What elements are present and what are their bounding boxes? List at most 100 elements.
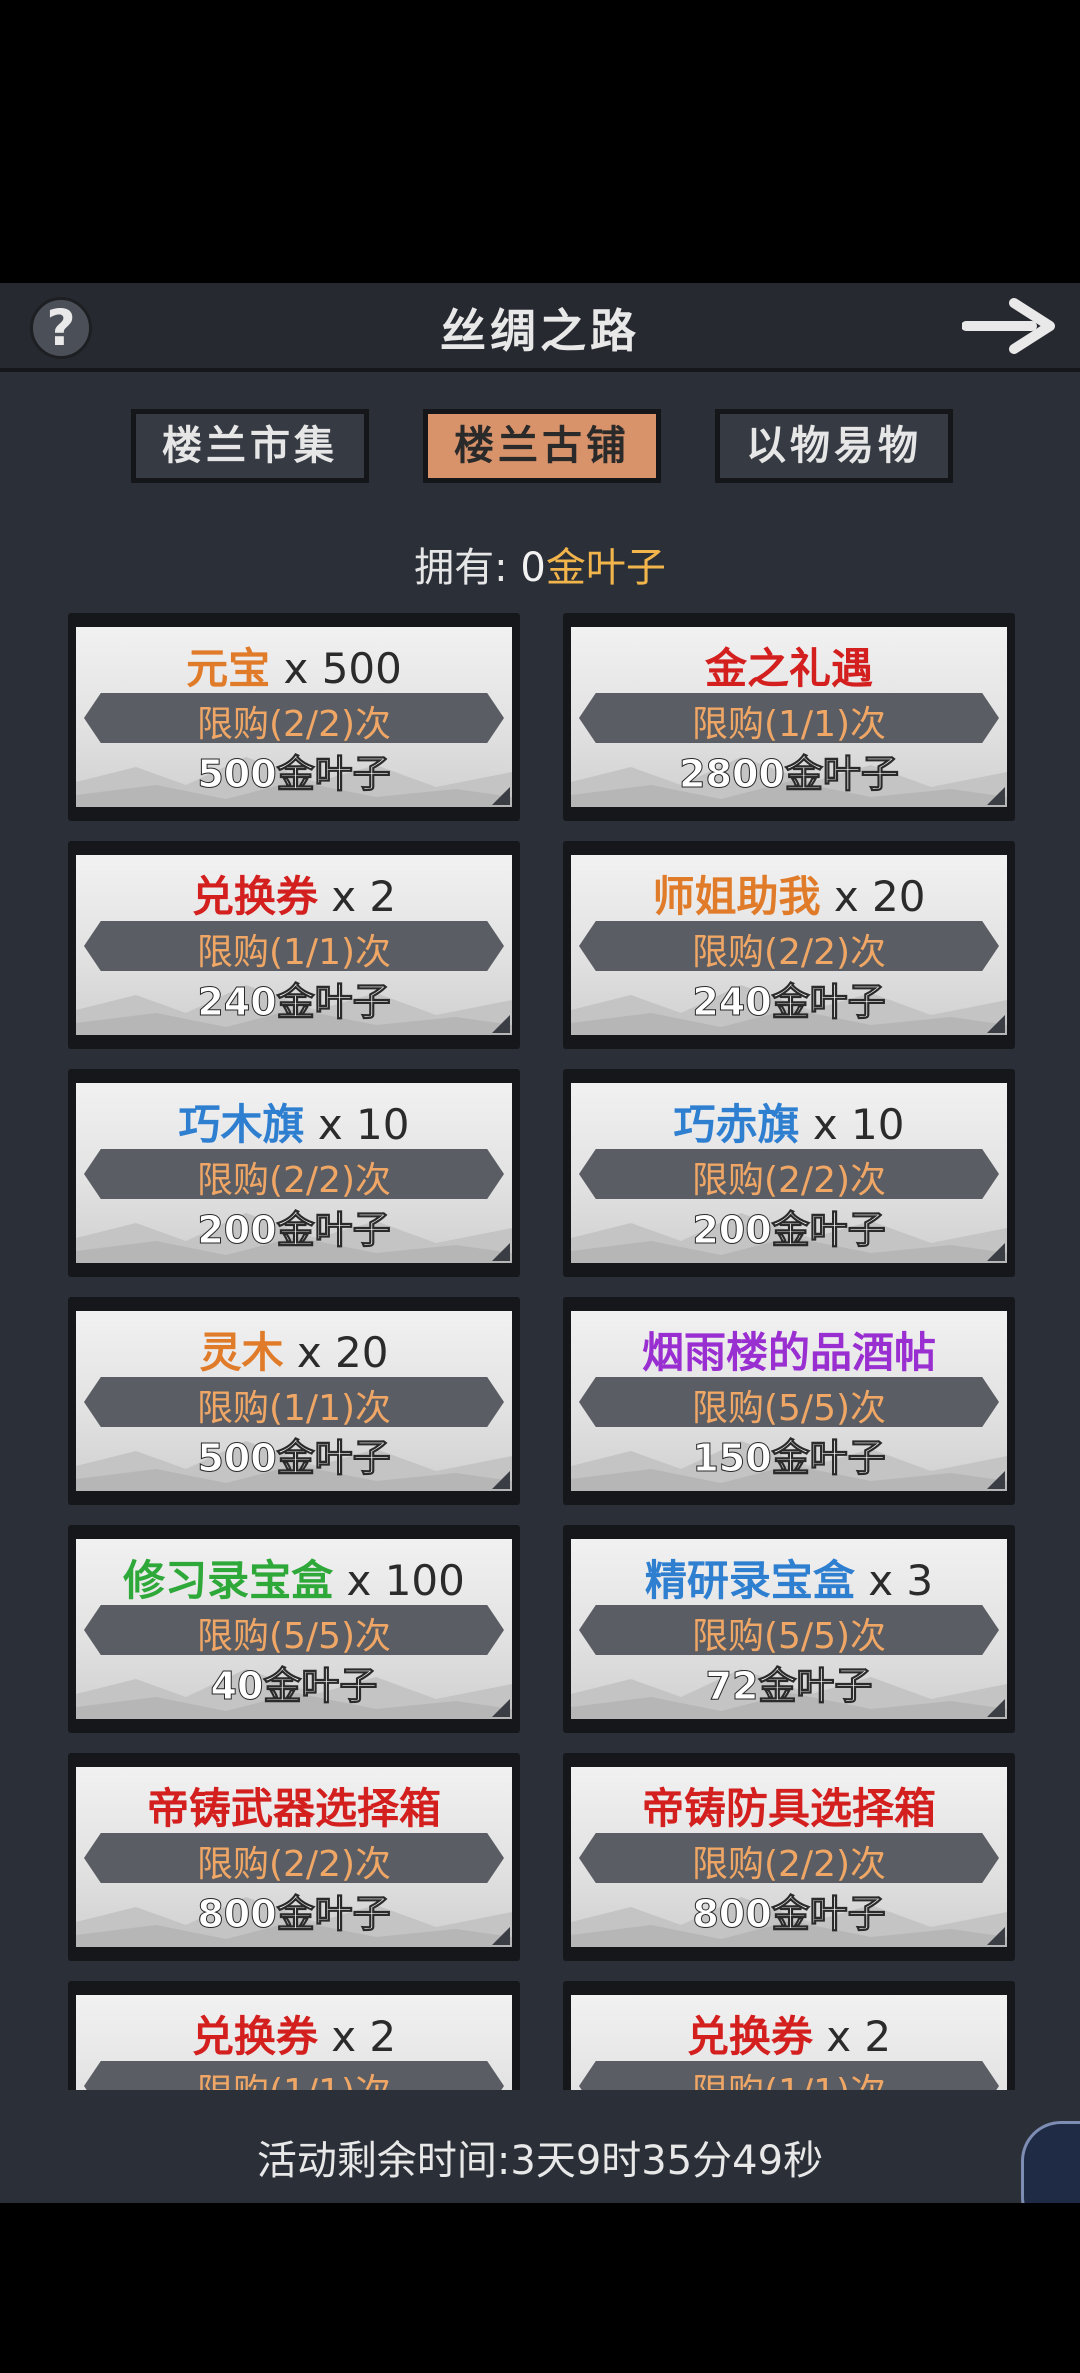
- item-quantity: x 500: [270, 644, 402, 693]
- tab-loulan-market[interactable]: 楼兰市集: [131, 409, 369, 483]
- card-body: 兑换券 x 2 限购(1/1)次 240金叶子: [76, 855, 512, 1035]
- card-body: 巧木旗 x 10 限购(2/2)次 200金叶子: [76, 1083, 512, 1263]
- item-price: 500金叶子: [197, 752, 391, 797]
- purchase-limit: 限购(1/1)次: [196, 1388, 392, 1429]
- corner-mark: [492, 1471, 510, 1489]
- shop-item-card[interactable]: 巧赤旗 x 10 限购(2/2)次 200金叶子: [563, 1069, 1015, 1277]
- item-title: 帝铸武器选择箱: [146, 1784, 441, 1833]
- shop-item-card[interactable]: 师姐助我 x 20 限购(2/2)次 240金叶子: [563, 841, 1015, 1049]
- shop-item-card[interactable]: 巧木旗 x 10 限购(2/2)次 200金叶子: [68, 1069, 520, 1277]
- tab-bar: 楼兰市集 楼兰古铺 以物易物: [0, 409, 1080, 491]
- purchase-limit: 限购(5/5)次: [196, 1616, 392, 1657]
- item-name: 巧木旗 x 10: [76, 1091, 512, 1152]
- card-body: 巧赤旗 x 10 限购(2/2)次 200金叶子: [571, 1083, 1007, 1263]
- item-price: 240金叶子: [197, 980, 391, 1025]
- balance-amount: 0: [520, 545, 546, 591]
- item-quantity: x 2: [317, 2012, 397, 2061]
- corner-mark: [492, 1699, 510, 1717]
- balance-label: 拥有:: [414, 545, 521, 591]
- corner-mark: [987, 787, 1005, 805]
- card-body: 兑换券 x 2限购(1/1)次: [571, 1995, 1007, 2090]
- item-quantity: x 10: [304, 1100, 410, 1149]
- item-quantity: x 20: [820, 872, 926, 921]
- purchase-limit: 限购(1/1)次: [196, 932, 392, 973]
- shop-item-card[interactable]: 灵木 x 20 限购(1/1)次 500金叶子: [68, 1297, 520, 1505]
- item-price: 72金叶子: [705, 1664, 873, 1709]
- shop-item-card[interactable]: 帝铸防具选择箱限购(2/2)次 800金叶子: [563, 1753, 1015, 1961]
- item-price: 200金叶子: [692, 1208, 886, 1253]
- item-title: 兑换券: [686, 2012, 813, 2061]
- shop-item-card[interactable]: 金之礼遇限购(1/1)次 2800金叶子: [563, 613, 1015, 821]
- item-price: 40金叶子: [210, 1664, 378, 1709]
- item-name: 兑换券 x 2: [571, 2003, 1007, 2064]
- item-quantity: x 10: [799, 1100, 905, 1149]
- corner-mark: [492, 1015, 510, 1033]
- card-body: 金之礼遇限购(1/1)次 2800金叶子: [571, 627, 1007, 807]
- shop-item-card[interactable]: 烟雨楼的品酒帖限购(5/5)次 150金叶子: [563, 1297, 1015, 1505]
- corner-mark: [492, 1243, 510, 1261]
- card-body: 兑换券 x 2限购(1/1)次: [76, 1995, 512, 2090]
- item-name: 精研录宝盒 x 3: [571, 1547, 1007, 1608]
- item-title: 帝铸防具选择箱: [641, 1784, 936, 1833]
- item-title: 巧赤旗: [673, 1100, 800, 1149]
- item-title: 烟雨楼的品酒帖: [641, 1328, 936, 1377]
- item-grid: 元宝 x 500 限购(2/2)次 500金叶子 金之礼遇限购(1/1)次 2800金叶…: [68, 613, 1018, 2090]
- tab-barter[interactable]: 以物易物: [715, 409, 953, 483]
- purchase-limit: 限购(1/1)次: [571, 2063, 1007, 2090]
- item-name: 元宝 x 500: [76, 635, 512, 696]
- card-body: 修习录宝盒 x 100 限购(5/5)次 40金叶子: [76, 1539, 512, 1719]
- purchase-limit: 限购(1/1)次: [76, 2063, 512, 2090]
- shop-item-card[interactable]: 帝铸武器选择箱限购(2/2)次 800金叶子: [68, 1753, 520, 1961]
- purchase-limit: 限购(2/2)次: [196, 704, 392, 745]
- corner-mark: [492, 787, 510, 805]
- card-body: 烟雨楼的品酒帖限购(5/5)次 150金叶子: [571, 1311, 1007, 1491]
- item-quantity: x 2: [812, 2012, 892, 2061]
- item-name: 帝铸防具选择箱: [571, 1775, 1007, 1836]
- item-price: 800金叶子: [692, 1892, 886, 1937]
- item-title: 巧木旗: [178, 1100, 305, 1149]
- item-title: 师姐助我: [652, 872, 821, 921]
- corner-mark: [492, 1927, 510, 1945]
- purchase-limit: 限购(2/2)次: [196, 1160, 392, 1201]
- purchase-limit: 限购(2/2)次: [691, 1160, 887, 1201]
- page-title: 丝绸之路: [440, 304, 640, 358]
- shop-item-card[interactable]: 修习录宝盒 x 100 限购(5/5)次 40金叶子: [68, 1525, 520, 1733]
- item-title: 兑换券: [191, 872, 318, 921]
- card-body: 灵木 x 20 限购(1/1)次 500金叶子: [76, 1311, 512, 1491]
- item-price: 800金叶子: [197, 1892, 391, 1937]
- item-title: 灵木: [199, 1328, 284, 1377]
- item-title: 修习录宝盒: [123, 1556, 334, 1605]
- corner-mark: [987, 1015, 1005, 1033]
- item-title: 金之礼遇: [704, 644, 873, 693]
- shop-item-card[interactable]: 精研录宝盒 x 3 限购(5/5)次 72金叶子: [563, 1525, 1015, 1733]
- purchase-limit: 限购(5/5)次: [691, 1388, 887, 1429]
- item-price: 150金叶子: [692, 1436, 886, 1481]
- card-body: 帝铸武器选择箱限购(2/2)次 800金叶子: [76, 1767, 512, 1947]
- shop-item-card[interactable]: 兑换券 x 2限购(1/1)次: [563, 1981, 1015, 2090]
- purchase-limit: 限购(2/2)次: [691, 1844, 887, 1885]
- arrow-right-icon[interactable]: [962, 293, 1058, 359]
- item-name: 灵木 x 20: [76, 1319, 512, 1380]
- item-price: 500金叶子: [197, 1436, 391, 1481]
- item-price: 240金叶子: [692, 980, 886, 1025]
- item-price: 2800金叶子: [679, 752, 900, 797]
- shop-item-card[interactable]: 兑换券 x 2限购(1/1)次: [68, 1981, 520, 2090]
- shop-item-card[interactable]: 兑换券 x 2 限购(1/1)次 240金叶子: [68, 841, 520, 1049]
- corner-mark: [987, 1243, 1005, 1261]
- tab-loulan-shop[interactable]: 楼兰古铺: [423, 409, 661, 483]
- item-name: 烟雨楼的品酒帖: [571, 1319, 1007, 1380]
- purchase-limit: 限购(1/1)次: [691, 704, 887, 745]
- item-quantity: x 20: [283, 1328, 389, 1377]
- corner-mark: [987, 1927, 1005, 1945]
- purchase-limit: 限购(2/2)次: [196, 1844, 392, 1885]
- item-quantity: x 2: [317, 872, 397, 921]
- card-body: 师姐助我 x 20 限购(2/2)次 240金叶子: [571, 855, 1007, 1035]
- item-name: 金之礼遇: [571, 635, 1007, 696]
- event-timer: 活动剩余时间:3天9时35分49秒: [256, 2138, 824, 2184]
- card-body: 帝铸防具选择箱限购(2/2)次 800金叶子: [571, 1767, 1007, 1947]
- purchase-limit: 限购(2/2)次: [691, 932, 887, 973]
- item-price: 200金叶子: [197, 1208, 391, 1253]
- balance-currency: 金叶子: [545, 545, 666, 591]
- corner-mark: [987, 1471, 1005, 1489]
- shop-item-card[interactable]: 元宝 x 500 限购(2/2)次 500金叶子: [68, 613, 520, 821]
